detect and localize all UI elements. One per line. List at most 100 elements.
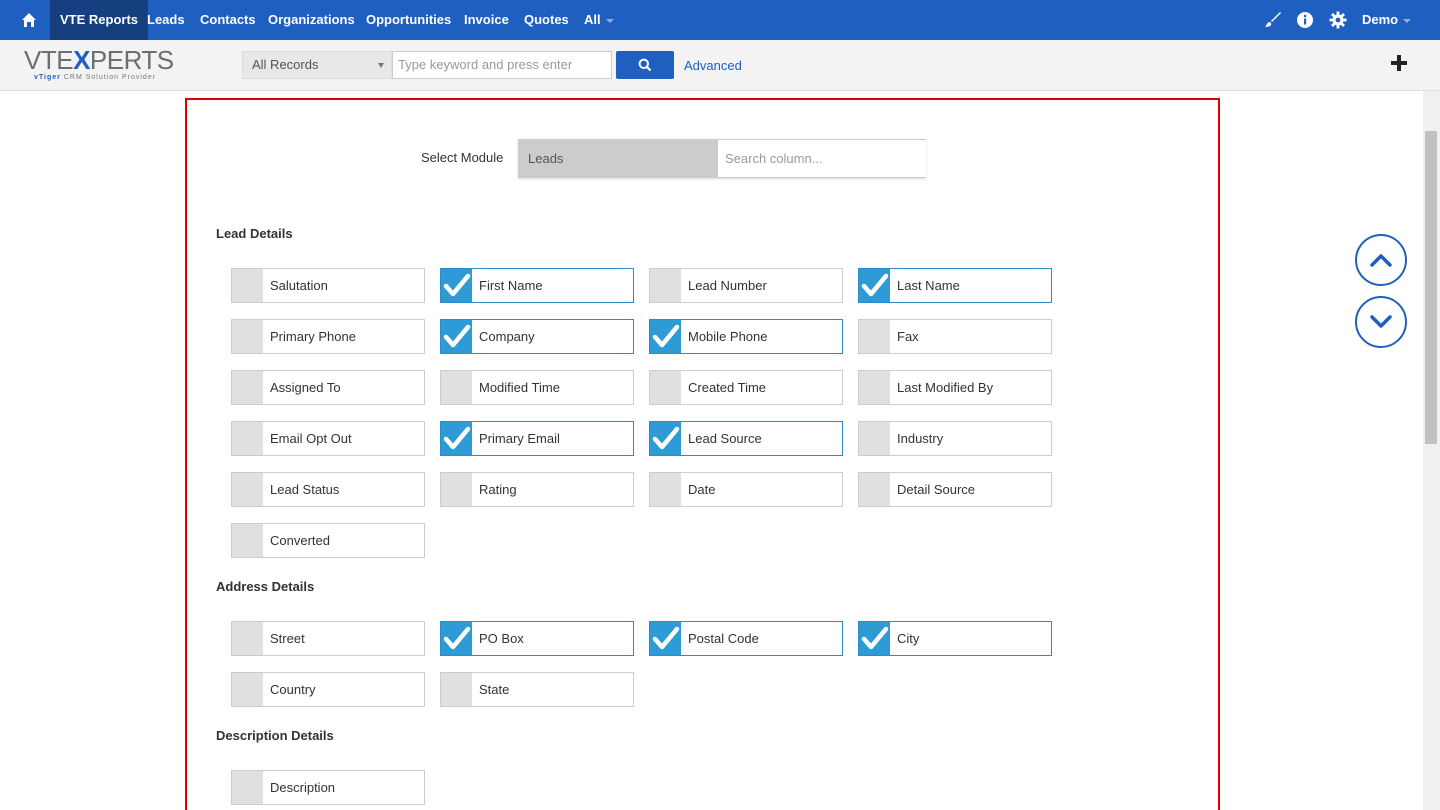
checkbox[interactable] [232, 320, 263, 353]
field-option-lead-status[interactable]: Lead Status [231, 472, 425, 507]
field-option-description[interactable]: Description [231, 770, 425, 805]
checkbox[interactable] [232, 371, 263, 404]
checkbox[interactable] [859, 473, 890, 506]
field-option-first-name[interactable]: First Name [440, 268, 634, 303]
company-logo[interactable]: VTEXPERTS vTiger CRM Solution Provider [24, 46, 184, 86]
field-option-postal-code[interactable]: Postal Code [649, 621, 843, 656]
field-option-po-box[interactable]: PO Box [440, 621, 634, 656]
field-option-label: Last Name [897, 278, 960, 293]
nav-item-vte-reports[interactable]: VTE Reports [50, 0, 149, 40]
nav-item-opportunities[interactable]: Opportunities [366, 0, 451, 40]
checkmark-icon[interactable] [650, 622, 681, 655]
checkbox[interactable] [859, 422, 890, 455]
field-option-label: Assigned To [270, 380, 341, 395]
scrollbar-thumb[interactable] [1425, 131, 1437, 444]
select-module-label: Select Module [421, 150, 504, 165]
checkbox[interactable] [232, 673, 263, 706]
field-option-label: Country [270, 682, 316, 697]
field-option-label: Description [270, 780, 336, 795]
user-name: Demo [1362, 12, 1399, 27]
checkbox[interactable] [232, 622, 263, 655]
field-option-lead-source[interactable]: Lead Source [649, 421, 843, 456]
checkbox[interactable] [232, 473, 263, 506]
field-option-city[interactable]: City [858, 621, 1052, 656]
field-option-fax[interactable]: Fax [858, 319, 1052, 354]
info-icon[interactable] [1294, 0, 1316, 40]
checkbox[interactable] [650, 371, 681, 404]
chevron-down-icon [1403, 18, 1412, 23]
global-search-input[interactable]: Type keyword and press enter [392, 51, 612, 79]
chevron-down-icon [605, 18, 614, 23]
field-option-label: Lead Status [270, 482, 340, 497]
checkbox[interactable] [650, 269, 681, 302]
user-menu[interactable]: Demo [1362, 0, 1412, 40]
field-option-label: PO Box [479, 631, 524, 646]
field-option-label: Primary Email [479, 431, 560, 446]
field-option-mobile-phone[interactable]: Mobile Phone [649, 319, 843, 354]
field-option-company[interactable]: Company [440, 319, 634, 354]
module-select[interactable]: Leads Search column... [518, 139, 926, 178]
field-option-label: Company [479, 329, 535, 344]
checkbox[interactable] [232, 771, 263, 804]
checkbox[interactable] [232, 269, 263, 302]
field-option-date[interactable]: Date [649, 472, 843, 507]
checkbox[interactable] [441, 371, 472, 404]
field-option-state[interactable]: State [440, 672, 634, 707]
section-title-address-details: Address Details [216, 579, 315, 594]
checkbox[interactable] [650, 473, 681, 506]
nav-item-invoice[interactable]: Invoice [464, 0, 509, 40]
field-option-label: Mobile Phone [688, 329, 768, 344]
search-button[interactable] [616, 51, 674, 79]
checkmark-icon[interactable] [441, 269, 472, 302]
field-option-email-opt-out[interactable]: Email Opt Out [231, 421, 425, 456]
field-option-label: Lead Number [688, 278, 767, 293]
field-option-street[interactable]: Street [231, 621, 425, 656]
field-option-rating[interactable]: Rating [440, 472, 634, 507]
records-filter-select[interactable]: All Records [242, 51, 392, 79]
advanced-search-link[interactable]: Advanced [684, 58, 742, 73]
field-option-label: Fax [897, 329, 919, 344]
nav-item-contacts[interactable]: Contacts [200, 0, 256, 40]
field-option-last-modified-by[interactable]: Last Modified By [858, 370, 1052, 405]
checkbox[interactable] [232, 524, 263, 557]
field-option-modified-time[interactable]: Modified Time [440, 370, 634, 405]
home-icon[interactable] [10, 0, 48, 40]
add-icon[interactable] [1388, 52, 1410, 74]
field-option-industry[interactable]: Industry [858, 421, 1052, 456]
field-option-detail-source[interactable]: Detail Source [858, 472, 1052, 507]
page-scrollbar[interactable] [1423, 91, 1440, 810]
nav-item-all[interactable]: All [584, 0, 614, 40]
field-option-country[interactable]: Country [231, 672, 425, 707]
records-filter-value: All Records [252, 57, 319, 72]
field-option-salutation[interactable]: Salutation [231, 268, 425, 303]
field-option-created-time[interactable]: Created Time [649, 370, 843, 405]
field-option-primary-email[interactable]: Primary Email [440, 421, 634, 456]
checkmark-icon[interactable] [441, 622, 472, 655]
column-search-input[interactable]: Search column... [717, 140, 926, 177]
checkbox[interactable] [859, 371, 890, 404]
checkbox[interactable] [441, 473, 472, 506]
checkbox[interactable] [232, 422, 263, 455]
checkmark-icon[interactable] [650, 320, 681, 353]
field-option-primary-phone[interactable]: Primary Phone [231, 319, 425, 354]
gear-icon[interactable] [1327, 0, 1349, 40]
nav-item-quotes[interactable]: Quotes [524, 0, 569, 40]
nav-item-organizations[interactable]: Organizations [268, 0, 355, 40]
brush-icon[interactable] [1262, 0, 1284, 40]
checkbox[interactable] [859, 320, 890, 353]
checkmark-icon[interactable] [650, 422, 681, 455]
field-option-assigned-to[interactable]: Assigned To [231, 370, 425, 405]
field-option-converted[interactable]: Converted [231, 523, 425, 558]
field-option-last-name[interactable]: Last Name [858, 268, 1052, 303]
checkmark-icon[interactable] [441, 422, 472, 455]
checkbox[interactable] [441, 673, 472, 706]
chevron-down-icon [1370, 315, 1392, 328]
checkmark-icon[interactable] [859, 622, 890, 655]
field-option-label: Converted [270, 533, 330, 548]
field-option-lead-number[interactable]: Lead Number [649, 268, 843, 303]
scroll-down-button[interactable] [1355, 296, 1407, 348]
checkmark-icon[interactable] [859, 269, 890, 302]
checkmark-icon[interactable] [441, 320, 472, 353]
nav-item-leads[interactable]: Leads [147, 0, 185, 40]
scroll-up-button[interactable] [1355, 234, 1407, 286]
